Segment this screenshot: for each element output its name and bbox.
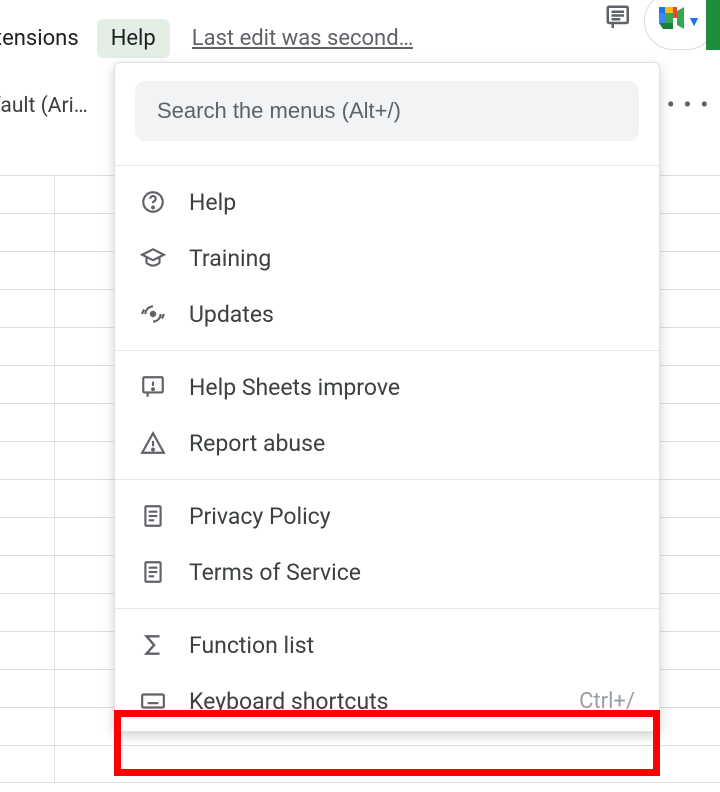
menubar: xtensions Help Last edit was second… <box>0 18 413 58</box>
meet-icon <box>659 7 685 35</box>
menu-help[interactable]: Help <box>97 19 170 58</box>
help-item-keyboard-shortcuts[interactable]: Keyboard shortcuts Ctrl+/ <box>115 673 659 729</box>
menu-item-label: Function list <box>189 632 635 659</box>
training-icon <box>139 244 167 272</box>
help-item-privacy[interactable]: Privacy Policy <box>115 488 659 544</box>
toolbar-more-button[interactable]: • • • <box>667 94 710 118</box>
help-item-report-abuse[interactable]: Report abuse <box>115 415 659 471</box>
warning-icon <box>139 429 167 457</box>
feedback-icon <box>139 373 167 401</box>
help-item-function-list[interactable]: Function list <box>115 617 659 673</box>
menu-item-label: Updates <box>189 301 635 328</box>
help-item-terms[interactable]: Terms of Service <box>115 544 659 600</box>
menu-extensions[interactable]: xtensions <box>0 20 91 57</box>
help-item-training[interactable]: Training <box>115 230 659 286</box>
separator <box>115 479 659 480</box>
font-picker[interactable]: efault (Ari… <box>0 94 108 118</box>
menu-item-label: Privacy Policy <box>189 503 635 530</box>
sigma-icon <box>139 631 167 659</box>
menu-item-label: Terms of Service <box>189 559 635 586</box>
help-item-help[interactable]: Help <box>115 174 659 230</box>
help-item-improve[interactable]: Help Sheets improve <box>115 359 659 415</box>
help-menu-panel: Help Training Updates Help Sheets improv… <box>114 62 660 732</box>
help-circle-icon <box>139 188 167 216</box>
share-button-edge[interactable] <box>706 0 720 50</box>
menu-item-label: Help <box>189 189 635 216</box>
menu-item-label: Training <box>189 245 635 272</box>
doc-icon <box>139 502 167 530</box>
menu-item-label: Help Sheets improve <box>189 374 635 401</box>
separator <box>115 165 659 166</box>
comments-icon[interactable] <box>604 3 634 39</box>
menu-search-input[interactable] <box>135 81 639 141</box>
help-item-updates[interactable]: Updates <box>115 286 659 342</box>
separator <box>115 350 659 351</box>
menu-item-label: Report abuse <box>189 430 635 457</box>
doc-icon <box>139 558 167 586</box>
updates-icon <box>139 300 167 328</box>
menu-item-label: Keyboard shortcuts <box>189 688 557 715</box>
chevron-down-icon: ▼ <box>687 13 701 30</box>
separator <box>115 608 659 609</box>
last-edit-link[interactable]: Last edit was second… <box>192 26 414 51</box>
keyboard-icon <box>139 687 167 715</box>
menu-item-shortcut: Ctrl+/ <box>579 689 635 714</box>
